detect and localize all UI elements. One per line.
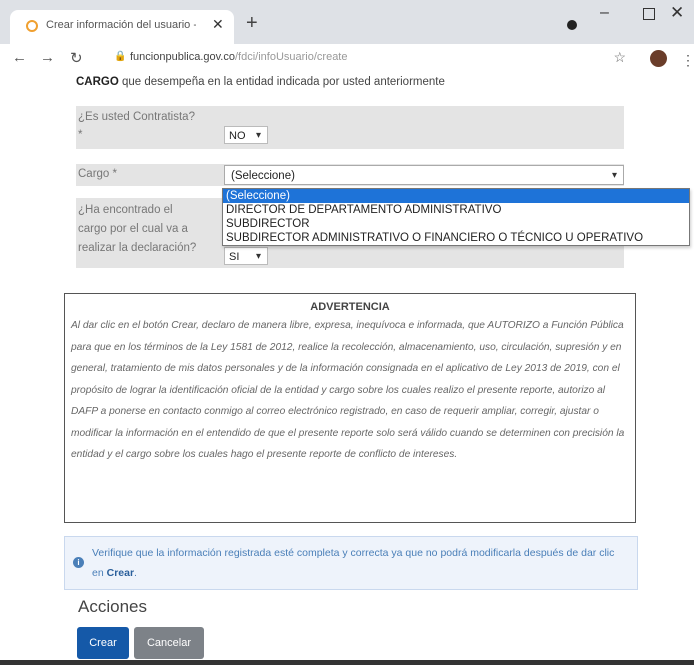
required-mark: *: [78, 129, 83, 141]
contratista-label: ¿Es usted Contratista?: [78, 111, 195, 123]
info-alert: i Verifique que la información registrad…: [64, 536, 638, 590]
tab-title: Crear información del usuario -: [46, 19, 196, 31]
cargo-select[interactable]: (Seleccione) ▾: [224, 165, 624, 185]
encontrado-label-2: cargo por el cual va a: [78, 223, 188, 235]
url-text: funcionpublica.gov.co/fdci/infoUsuario/c…: [130, 51, 348, 63]
dropdown-option[interactable]: DIRECTOR DE DEPARTAMENTO ADMINISTRATIVO: [223, 203, 689, 217]
acciones-title: Acciones: [78, 597, 147, 616]
cargo-row: Cargo * (Seleccione) ▾: [76, 164, 624, 186]
address-bar[interactable]: 🔒 funcionpublica.gov.co/fdci/infoUsuario…: [100, 48, 640, 68]
minimize-icon[interactable]: –: [600, 4, 609, 22]
chrome-favicon-icon: [26, 20, 38, 32]
page-content: CARGO que desempeña en la entidad indica…: [0, 74, 694, 665]
warning-box: ADVERTENCIA Al dar clic en el botón Crea…: [64, 293, 636, 523]
chevron-down-icon: ▾: [255, 130, 261, 141]
dropdown-option[interactable]: SUBDIRECTOR: [223, 217, 689, 231]
star-icon[interactable]: ☆: [613, 49, 626, 66]
info-text: Verifique que la información registrada …: [92, 547, 615, 579]
close-icon[interactable]: ✕: [212, 16, 224, 33]
chevron-down-icon: ▾: [255, 251, 261, 262]
chevron-down-icon: ▾: [611, 170, 617, 181]
forward-icon[interactable]: →: [40, 49, 55, 66]
back-icon[interactable]: ←: [12, 49, 27, 66]
avatar[interactable]: [650, 50, 667, 67]
info-icon: i: [73, 557, 84, 568]
plus-icon[interactable]: +: [246, 12, 258, 35]
encontrado-label-3: realizar la declaración?: [78, 242, 197, 254]
record-icon[interactable]: [567, 20, 577, 30]
cargo-label: Cargo *: [78, 168, 117, 180]
warning-title: ADVERTENCIA: [310, 301, 390, 313]
contratista-row: ¿Es usted Contratista? * NO ▾: [76, 106, 624, 149]
bottom-bar: [0, 660, 694, 665]
tab-bar: Crear información del usuario - ✕ + – ✕: [0, 0, 694, 44]
encontrado-label-1: ¿Ha encontrado el: [78, 204, 173, 216]
crear-button[interactable]: Crear: [77, 627, 129, 659]
dropdown-option[interactable]: SUBDIRECTOR ADMINISTRATIVO O FINANCIERO …: [223, 231, 689, 245]
close-window-icon[interactable]: ✕: [670, 3, 684, 23]
browser-toolbar: ← → ↻ 🔒 funcionpublica.gov.co/fdci/infoU…: [0, 44, 694, 75]
contratista-select[interactable]: NO ▾: [224, 126, 268, 144]
cancelar-button[interactable]: Cancelar: [134, 627, 204, 659]
lock-icon: 🔒: [114, 51, 127, 62]
dropdown-option[interactable]: (Seleccione): [223, 189, 689, 203]
browser-tab[interactable]: Crear información del usuario - ✕: [10, 10, 234, 44]
encontrado-select[interactable]: SI ▾: [224, 247, 268, 265]
menu-icon[interactable]: ⋮: [681, 52, 694, 69]
warning-body: Al dar clic en el botón Crear, declaro d…: [71, 320, 625, 460]
intro-text: CARGO que desempeña en la entidad indica…: [76, 76, 445, 88]
cargo-dropdown-list[interactable]: (Seleccione) DIRECTOR DE DEPARTAMENTO AD…: [222, 188, 690, 246]
maximize-icon[interactable]: [643, 8, 655, 20]
reload-icon[interactable]: ↻: [70, 49, 83, 67]
